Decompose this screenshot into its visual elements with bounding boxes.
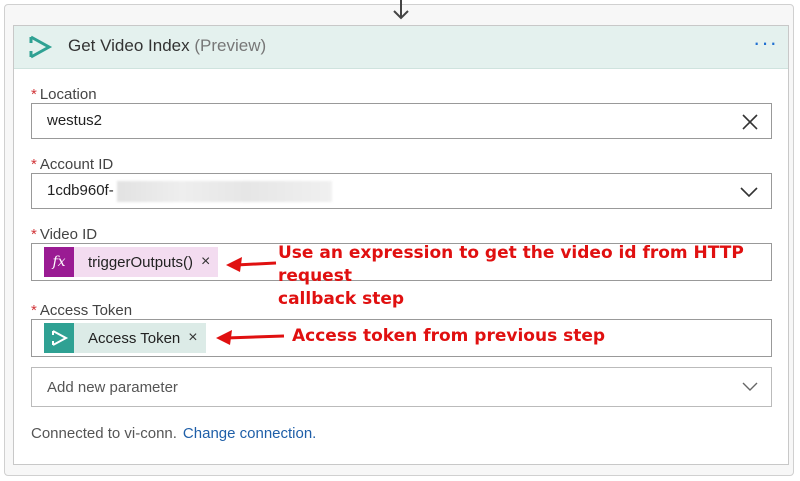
account-id-select[interactable]: 1cdb960f-: [31, 173, 772, 209]
more-options-button[interactable]: ···: [753, 32, 778, 54]
redacted-blur: [117, 181, 332, 202]
remove-token-icon[interactable]: ×: [188, 329, 205, 347]
access-token-label: * Access Token: [31, 302, 132, 319]
account-id-value: 1cdb960f-: [47, 182, 114, 199]
add-new-parameter-dropdown[interactable]: Add new parameter: [31, 367, 772, 407]
dynamic-token-label: Access Token: [88, 329, 181, 347]
connection-footer: Connected to vi-conn. Change connection.: [31, 425, 316, 442]
function-icon: fx: [44, 247, 74, 277]
chevron-down-icon[interactable]: [739, 183, 759, 201]
location-label: * Location: [31, 86, 97, 103]
account-id-label: * Account ID: [31, 156, 113, 173]
video-id-annotation-line1: Use an expression to get the video id fr…: [278, 243, 744, 286]
location-label-text: Location: [39, 86, 97, 103]
required-mark: *: [31, 156, 37, 173]
video-indexer-icon: [23, 30, 57, 64]
required-mark: *: [31, 226, 37, 243]
account-id-label-text: Account ID: [39, 156, 114, 173]
location-input[interactable]: westus2: [31, 103, 772, 139]
annotation-arrow-icon: [226, 257, 277, 272]
arrow-down-icon: [393, 0, 409, 20]
location-value: westus2: [47, 112, 103, 129]
expression-token[interactable]: fx triggerOutputs() ×: [44, 247, 219, 277]
required-mark: *: [31, 302, 37, 319]
dynamic-content-token[interactable]: Access Token ×: [44, 323, 206, 353]
required-mark: *: [31, 86, 37, 103]
add-new-parameter-placeholder: Add new parameter: [47, 379, 178, 396]
action-title-text: Get Video Index: [68, 36, 190, 55]
action-card-header[interactable]: Get Video Index (Preview) ···: [14, 26, 788, 69]
expression-token-label: triggerOutputs(): [88, 253, 194, 271]
remove-token-icon[interactable]: ×: [201, 253, 218, 271]
access-token-label-text: Access Token: [39, 302, 133, 319]
video-id-annotation: Use an expression to get the video id fr…: [278, 242, 800, 311]
video-id-label-text: Video ID: [39, 226, 98, 243]
connected-text: Connected to vi-conn.: [31, 425, 177, 442]
action-title-preview: (Preview): [194, 36, 267, 55]
video-id-annotation-line2: callback step: [278, 289, 405, 309]
video-id-label: * Video ID: [31, 226, 97, 243]
video-indexer-icon: [44, 323, 74, 353]
access-token-annotation: Access token from previous step: [292, 326, 606, 346]
chevron-down-icon[interactable]: [741, 379, 759, 395]
change-connection-link[interactable]: Change connection.: [183, 425, 316, 442]
annotation-arrow-icon: [216, 330, 285, 345]
clear-icon[interactable]: [741, 113, 759, 131]
action-title: Get Video Index (Preview): [68, 36, 266, 56]
